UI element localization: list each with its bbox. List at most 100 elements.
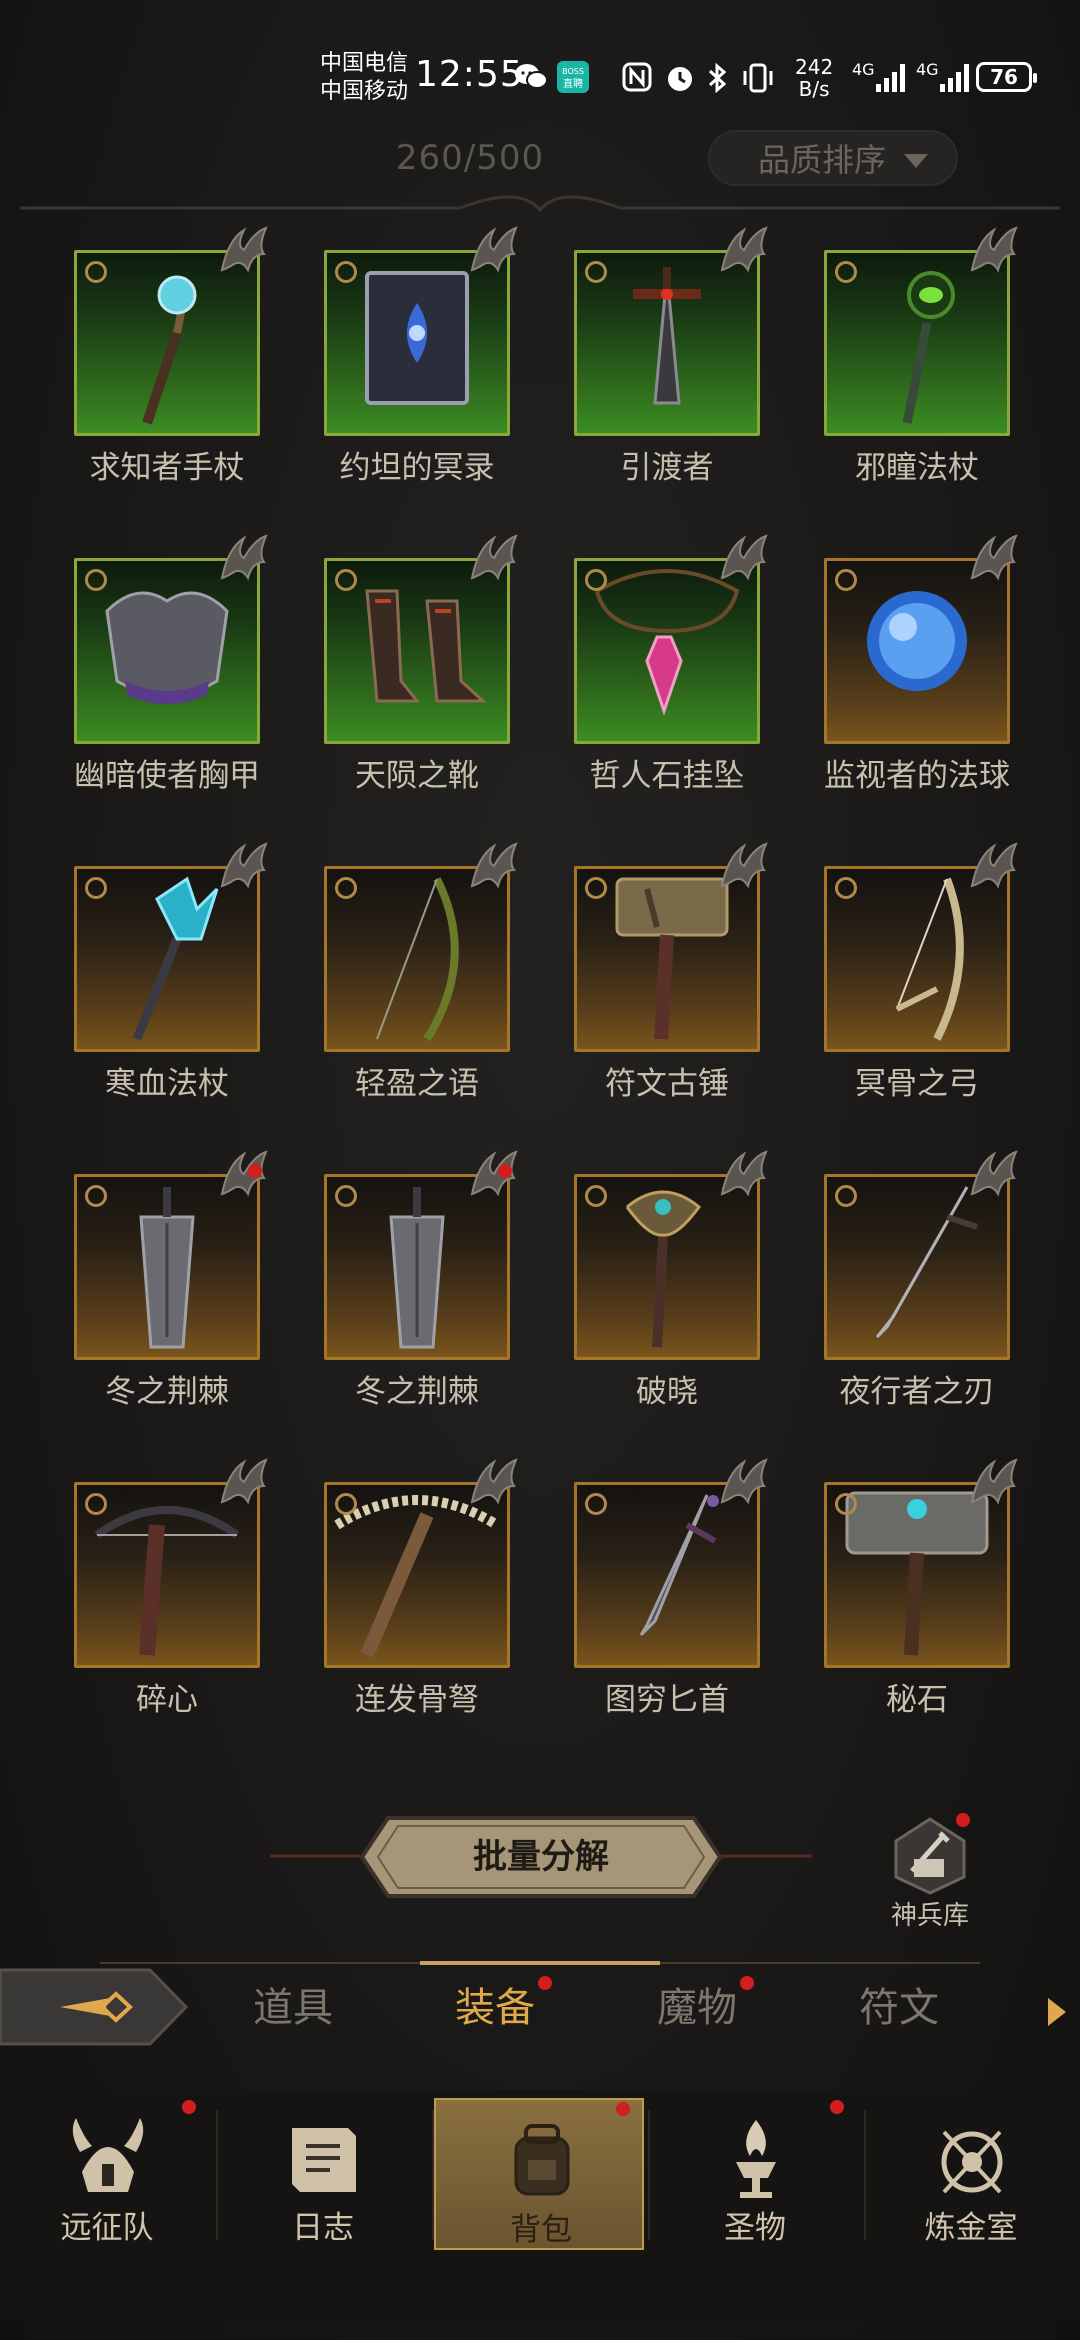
equipment-item[interactable]: 寒血法杖 (74, 836, 268, 1102)
select-checkbox[interactable] (85, 1185, 107, 1207)
broadsword-icon (389, 1187, 445, 1349)
batch-decompose-button[interactable]: 批量分解 (358, 1814, 724, 1900)
equipment-item[interactable]: 冬之荆棘 (74, 1144, 268, 1410)
tab-1[interactable]: 装备 (430, 1976, 560, 2038)
rune-crest-icon (464, 836, 522, 894)
nav-backpack[interactable]: 背包 (434, 2098, 644, 2250)
equipment-item[interactable]: 破晓 (574, 1144, 768, 1410)
select-checkbox[interactable] (585, 877, 607, 899)
equipment-item[interactable]: 秘石 (824, 1452, 1018, 1718)
equipment-item[interactable]: 碎心 (74, 1452, 268, 1718)
scepter-icon (625, 1190, 702, 1348)
select-checkbox[interactable] (335, 261, 357, 283)
batch-left-ornament (270, 1854, 360, 1858)
top-ornament (20, 195, 1060, 213)
nav-label: 炼金室 (924, 2210, 1018, 2246)
alarm-icon (664, 62, 696, 100)
select-checkbox[interactable] (585, 569, 607, 591)
staff-orb-icon (142, 275, 197, 425)
select-checkbox[interactable] (835, 877, 857, 899)
item-name: 天陨之靴 (355, 758, 479, 794)
dagger-blade-icon (875, 1186, 978, 1339)
hammer-icon (615, 877, 729, 1040)
equipment-item[interactable]: 符文古锤 (574, 836, 768, 1102)
equipment-item[interactable]: 冬之荆棘 (324, 1144, 518, 1410)
tab-2[interactable]: 魔物 (632, 1976, 762, 2038)
tab-next-arrow-icon[interactable] (1048, 1998, 1066, 2026)
item-name: 秘石 (886, 1682, 948, 1718)
select-checkbox[interactable] (835, 1493, 857, 1515)
rune-crest-icon (964, 528, 1022, 586)
clock: 12:55 (415, 54, 524, 95)
rune-crest-icon (714, 836, 772, 894)
equipment-item[interactable]: 约坦的冥录 (324, 220, 518, 486)
equipment-item[interactable]: 幽暗使者胸甲 (74, 528, 268, 794)
item-name: 破晓 (636, 1374, 698, 1410)
equipment-item[interactable]: 轻盈之语 (324, 836, 518, 1102)
item-name: 符文古锤 (605, 1066, 729, 1102)
alchemy-icon (941, 2130, 1003, 2194)
bluetooth-icon (706, 62, 730, 100)
rune-crest-icon (964, 220, 1022, 278)
equipment-item[interactable]: 图穷匕首 (574, 1452, 768, 1718)
sort-label: 品质排序 (758, 141, 887, 179)
carrier-2: 中国移动 (320, 79, 409, 104)
select-checkbox[interactable] (585, 1493, 607, 1515)
select-checkbox[interactable] (335, 1185, 357, 1207)
select-checkbox[interactable] (835, 569, 857, 591)
brazier-icon (736, 2120, 776, 2198)
item-name: 冬之荆棘 (105, 1374, 229, 1410)
rune-crest-icon (214, 220, 272, 278)
boots-icon (365, 589, 487, 703)
equipment-item[interactable]: 引渡者 (574, 220, 768, 486)
select-checkbox[interactable] (85, 1493, 107, 1515)
nav-notification-dot (830, 2100, 844, 2114)
select-checkbox[interactable] (85, 877, 107, 899)
select-checkbox[interactable] (835, 261, 857, 283)
batch-decompose-label: 批量分解 (473, 1837, 609, 1877)
bone-bow-icon (895, 877, 964, 1041)
select-checkbox[interactable] (835, 1185, 857, 1207)
tab-label: 符文 (859, 1985, 939, 2031)
equipment-item[interactable]: 哲人石挂坠 (574, 528, 768, 794)
equipment-item[interactable]: 邪瞳法杖 (824, 220, 1018, 486)
nav-helmet[interactable]: 远征队 (2, 2098, 212, 2250)
quality-sort-dropdown[interactable]: 品质排序 (708, 130, 958, 186)
vibrate-icon (740, 62, 776, 100)
rune-crest-icon (214, 836, 272, 894)
select-checkbox[interactable] (585, 1185, 607, 1207)
armory-button[interactable]: 神兵库 (880, 1813, 980, 1935)
chevron-down-icon (904, 154, 928, 168)
new-item-dot (248, 1164, 262, 1178)
equipment-item[interactable]: 监视者的法球 (824, 528, 1018, 794)
tab-back-button[interactable] (0, 1964, 190, 2050)
item-name: 约坦的冥录 (339, 450, 495, 486)
tab-3[interactable]: 符文 (834, 1978, 964, 2038)
equipment-item[interactable]: 连发骨弩 (324, 1452, 518, 1718)
rune-crest-icon (214, 1452, 272, 1510)
select-checkbox[interactable] (335, 569, 357, 591)
signal-1-icon: 4G (852, 60, 905, 92)
item-name: 冬之荆棘 (355, 1374, 479, 1410)
select-checkbox[interactable] (335, 1493, 357, 1515)
nav-alchemy[interactable]: 炼金室 (866, 2098, 1076, 2250)
select-checkbox[interactable] (85, 261, 107, 283)
select-checkbox[interactable] (335, 877, 357, 899)
orb-icon (867, 591, 967, 691)
rune-crest-icon (714, 528, 772, 586)
equipment-item[interactable]: 天陨之靴 (324, 528, 518, 794)
tab-0[interactable]: 道具 (228, 1978, 358, 2038)
armory-label: 神兵库 (890, 1901, 969, 1931)
select-checkbox[interactable] (585, 261, 607, 283)
equipment-item[interactable]: 夜行者之刃 (824, 1144, 1018, 1410)
network-type-2: 4G (916, 60, 939, 79)
nav-scroll[interactable]: 日志 (218, 2098, 428, 2250)
dagger-icon (639, 1494, 719, 1637)
equipment-item[interactable]: 冥骨之弓 (824, 836, 1018, 1102)
crossbow-icon (94, 1506, 240, 1656)
equipment-item[interactable]: 求知者手杖 (74, 220, 268, 486)
select-checkbox[interactable] (85, 569, 107, 591)
rune-crest-icon (714, 1452, 772, 1510)
carrier-names: 中国电信 中国移动 (320, 50, 408, 106)
nav-brazier[interactable]: 圣物 (650, 2098, 860, 2250)
